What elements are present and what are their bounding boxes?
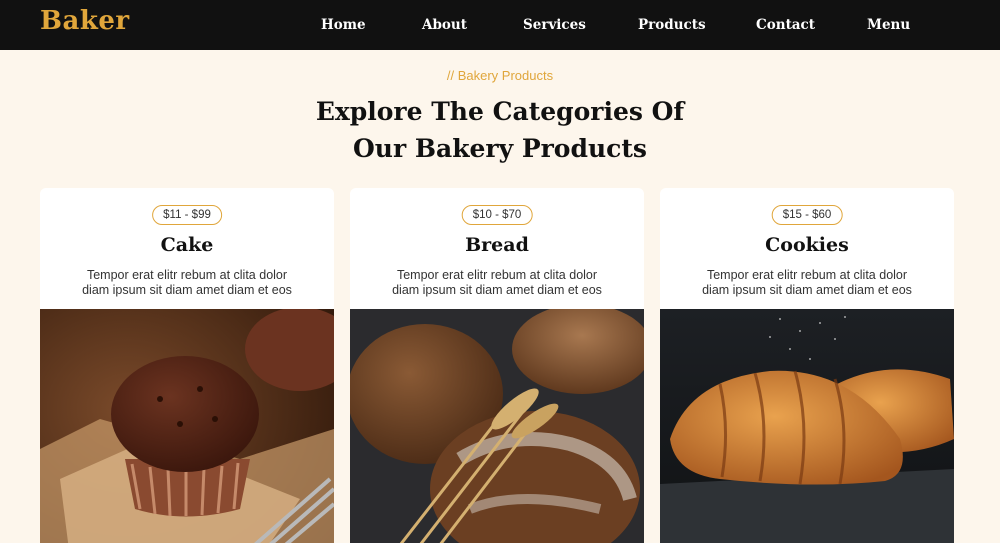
site-header: Baker Home About Services Products Conta… [0,0,1000,50]
card-description: Tempor erat elitr rebum at clita dolor d… [70,268,304,298]
card-description-line-2: diam ipsum sit diam amet diam et eos [82,283,292,297]
section-heading-line-1: Explore The Categories Of [315,97,685,126]
nav-menu[interactable]: Menu [867,17,910,33]
product-card-cake[interactable]: $11 - $99 Cake Tempor erat elitr rebum a… [40,188,334,543]
card-description-line-2: diam ipsum sit diam amet diam et eos [702,283,912,297]
card-description-line-1: Tempor erat elitr rebum at clita dolor [86,268,288,282]
card-description-line-1: Tempor erat elitr rebum at clita dolor [706,268,908,282]
section-eyebrow: // Bakery Products [446,68,554,83]
nav-contact[interactable]: Contact [756,17,815,33]
card-description: Tempor erat elitr rebum at clita dolor d… [690,268,924,298]
product-card-cookies[interactable]: $15 - $60 Cookies Tempor erat elitr rebu… [660,188,954,543]
card-description: Tempor erat elitr rebum at clita dolor d… [380,268,614,298]
card-description-line-1: Tempor erat elitr rebum at clita dolor [396,268,598,282]
nav-about[interactable]: About [422,17,467,33]
nav-services[interactable]: Services [523,17,586,33]
price-badge: $10 - $70 [461,205,533,225]
card-title: Cookies [765,234,849,256]
section-heading-line-2: Our Bakery Products [353,134,647,163]
product-card-bread[interactable]: $10 - $70 Bread Tempor erat elitr rebum … [350,188,644,543]
nav-home[interactable]: Home [321,17,366,33]
cake-image [40,309,334,543]
nav-products[interactable]: Products [638,17,706,33]
bread-image [350,309,644,543]
card-title: Cake [160,234,214,256]
card-description-line-2: diam ipsum sit diam amet diam et eos [392,283,602,297]
price-badge: $15 - $60 [771,205,843,225]
main-nav: Home About Services Products Contact Men… [0,17,1000,37]
card-title: Bread [465,234,529,256]
price-badge: $11 - $99 [152,205,222,225]
croissant-image [660,309,954,543]
section-heading: Explore The Categories Of Our Bakery Pro… [250,93,750,167]
